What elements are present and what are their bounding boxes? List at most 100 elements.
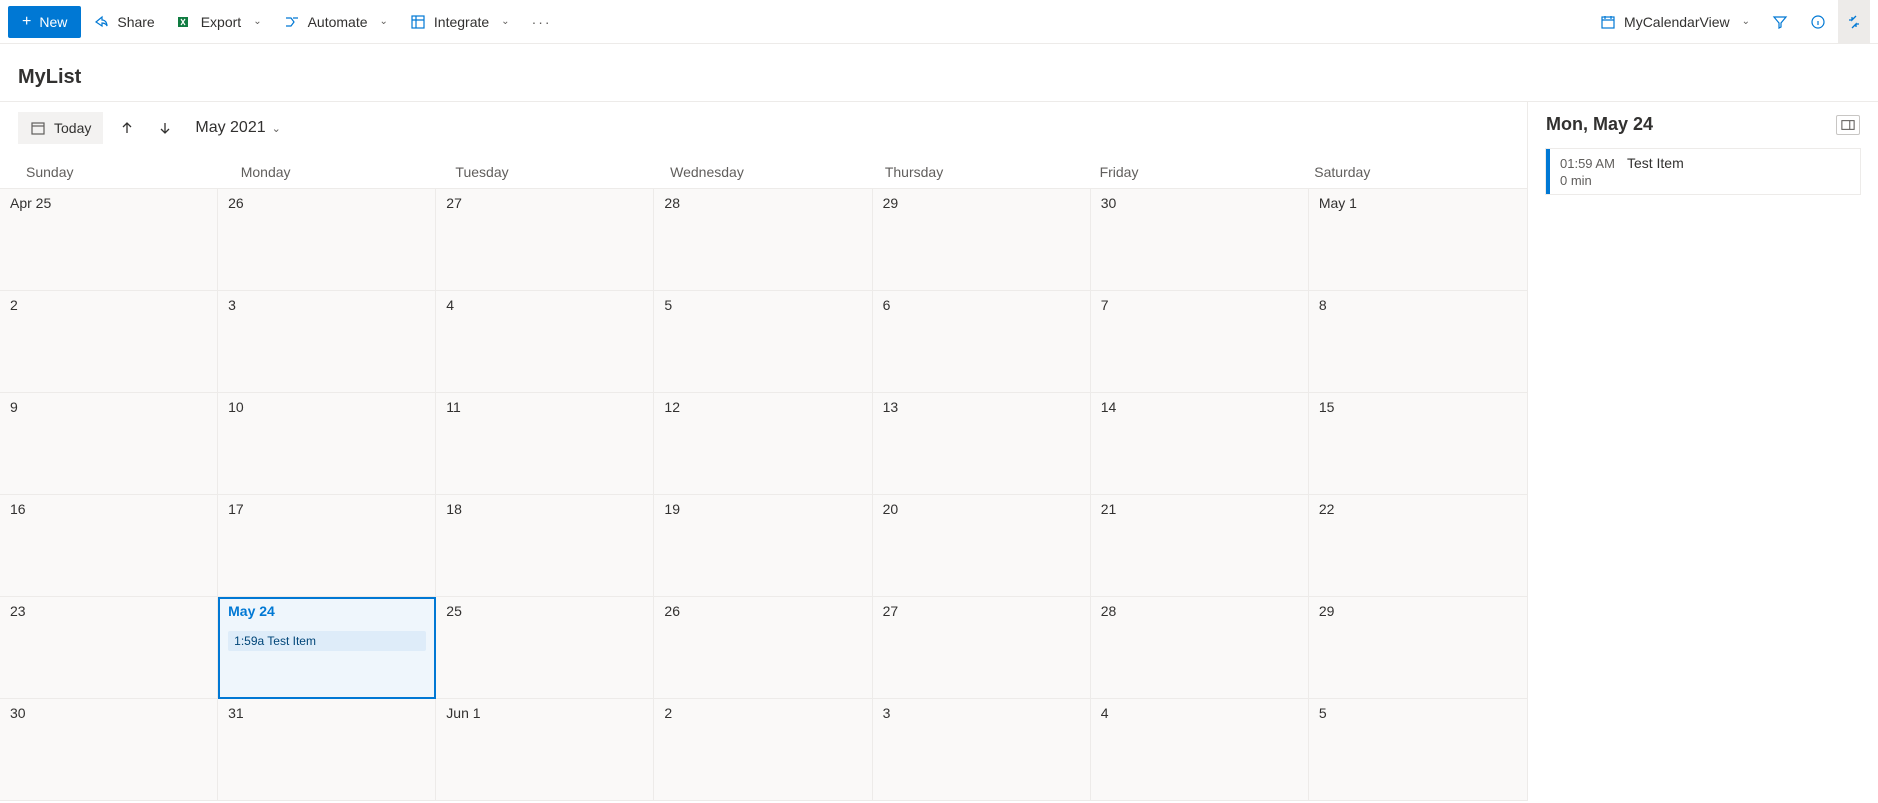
details-pane: Mon, May 24 01:59 AMTest Item0 min: [1528, 102, 1878, 801]
calendar-day-cell[interactable]: 3: [873, 699, 1091, 801]
prev-month-button[interactable]: [113, 114, 141, 142]
detail-duration: 0 min: [1560, 173, 1850, 188]
weekday-header: Wednesday: [656, 160, 871, 184]
calendar-day-cell[interactable]: 15: [1309, 393, 1527, 495]
integrate-icon: [410, 14, 426, 30]
view-selector[interactable]: MyCalendarView ⌄: [1590, 6, 1760, 38]
calendar-day-cell[interactable]: 29: [1309, 597, 1527, 699]
day-number: 30: [10, 705, 207, 721]
day-number: 29: [883, 195, 1080, 211]
new-button-label: New: [39, 14, 67, 30]
calendar-day-cell[interactable]: 4: [1091, 699, 1309, 801]
calendar-day-cell[interactable]: 30: [1091, 189, 1309, 291]
calendar-day-cell[interactable]: 29: [873, 189, 1091, 291]
chevron-down-icon: ⌄: [501, 16, 509, 27]
day-number: 21: [1101, 501, 1298, 517]
calendar-day-cell[interactable]: 2: [654, 699, 872, 801]
chevron-down-icon: ⌄: [1742, 16, 1750, 27]
calendar-day-cell[interactable]: 19: [654, 495, 872, 597]
calendar-day-cell[interactable]: 26: [654, 597, 872, 699]
share-button[interactable]: Share: [83, 6, 164, 38]
calendar-day-cell[interactable]: Apr 25: [0, 189, 218, 291]
export-button[interactable]: Export ⌄: [167, 6, 272, 38]
calendar-day-cell[interactable]: 27: [873, 597, 1091, 699]
calendar-day-cell[interactable]: 16: [0, 495, 218, 597]
day-number: 19: [664, 501, 861, 517]
day-number: 28: [664, 195, 861, 211]
today-label: Today: [54, 120, 91, 136]
calendar-day-cell[interactable]: 31: [218, 699, 436, 801]
calendar-today-icon: [30, 120, 46, 136]
page-title: MyList: [0, 44, 1878, 102]
day-number: 18: [446, 501, 643, 517]
chevron-down-icon: ⌄: [272, 122, 281, 135]
day-number: 12: [664, 399, 861, 415]
calendar-day-cell[interactable]: 25: [436, 597, 654, 699]
calendar-day-cell[interactable]: 3: [218, 291, 436, 393]
day-number: 3: [883, 705, 1080, 721]
today-button[interactable]: Today: [18, 112, 103, 144]
day-number: 20: [883, 501, 1080, 517]
details-items: 01:59 AM Test Item 0 min: [1546, 149, 1860, 194]
calendar-area: Today May 2021 ⌄ Sunday Monday Tuesday W…: [0, 102, 1528, 801]
calendar-day-cell[interactable]: 18: [436, 495, 654, 597]
calendar-day-cell[interactable]: 8: [1309, 291, 1527, 393]
automate-button[interactable]: Automate ⌄: [274, 6, 398, 38]
calendar-day-cell[interactable]: 27: [436, 189, 654, 291]
calendar-day-cell[interactable]: 9: [0, 393, 218, 495]
calendar-day-cell[interactable]: 26: [218, 189, 436, 291]
calendar-day-cell[interactable]: 10: [218, 393, 436, 495]
day-number: 29: [1319, 603, 1517, 619]
calendar-day-cell[interactable]: 22: [1309, 495, 1527, 597]
expand-details-button[interactable]: [1836, 115, 1860, 135]
calendar-day-cell[interactable]: Jun 1: [436, 699, 654, 801]
filter-button[interactable]: [1762, 6, 1798, 38]
day-number: 25: [446, 603, 643, 619]
calendar-day-cell[interactable]: 14: [1091, 393, 1309, 495]
month-picker[interactable]: May 2021 ⌄: [195, 119, 280, 137]
calendar-day-cell[interactable]: 28: [654, 189, 872, 291]
day-number: 13: [883, 399, 1080, 415]
calendar-day-cell[interactable]: 13: [873, 393, 1091, 495]
day-number: 26: [228, 195, 425, 211]
day-number: May 24: [228, 603, 426, 619]
info-button[interactable]: [1800, 6, 1836, 38]
calendar-day-cell[interactable]: 23: [0, 597, 218, 699]
calendar-day-cell[interactable]: 7: [1091, 291, 1309, 393]
day-number: 9: [10, 399, 207, 415]
weekday-header: Friday: [1086, 160, 1301, 184]
calendar-day-cell[interactable]: 5: [1309, 699, 1527, 801]
automate-button-label: Automate: [308, 14, 368, 30]
calendar-day-cell[interactable]: May 24 1:59a Test Item: [218, 597, 436, 699]
calendar-event[interactable]: 1:59a Test Item: [228, 631, 426, 651]
plus-icon: +: [22, 14, 31, 30]
new-button[interactable]: + New: [8, 6, 81, 38]
calendar-day-cell[interactable]: 28: [1091, 597, 1309, 699]
day-number: 22: [1319, 501, 1517, 517]
calendar-day-cell[interactable]: 4: [436, 291, 654, 393]
next-month-button[interactable]: [151, 114, 179, 142]
detail-title: Test Item: [1627, 155, 1684, 171]
integrate-button[interactable]: Integrate ⌄: [400, 6, 520, 38]
calendar-day-cell[interactable]: 20: [873, 495, 1091, 597]
calendar-icon: [1600, 14, 1616, 30]
collapse-button[interactable]: [1838, 0, 1870, 44]
calendar-day-cell[interactable]: 5: [654, 291, 872, 393]
day-number: 28: [1101, 603, 1298, 619]
detail-time: 01:59 AM: [1560, 156, 1615, 171]
calendar-day-cell[interactable]: 11: [436, 393, 654, 495]
calendar-day-cell[interactable]: 6: [873, 291, 1091, 393]
day-number: 27: [446, 195, 643, 211]
overflow-button[interactable]: ···: [522, 14, 562, 30]
calendar-day-cell[interactable]: 12: [654, 393, 872, 495]
calendar-day-cell[interactable]: 21: [1091, 495, 1309, 597]
command-bar-right: MyCalendarView ⌄: [1590, 0, 1870, 44]
calendar-day-cell[interactable]: 30: [0, 699, 218, 801]
calendar-day-cell[interactable]: May 1: [1309, 189, 1527, 291]
calendar-day-cell[interactable]: 2: [0, 291, 218, 393]
detail-item[interactable]: 01:59 AM Test Item 0 min: [1546, 149, 1860, 194]
integrate-button-label: Integrate: [434, 14, 489, 30]
share-icon: [93, 14, 109, 30]
calendar-day-cell[interactable]: 17: [218, 495, 436, 597]
excel-icon: [177, 14, 193, 30]
